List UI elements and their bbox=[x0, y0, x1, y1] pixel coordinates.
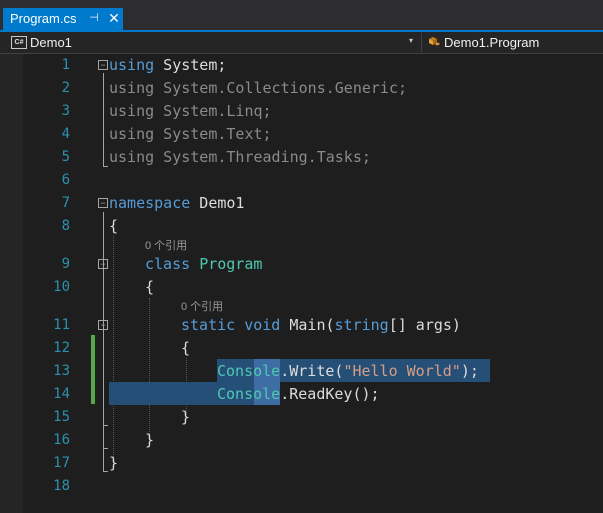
code-text: System.Text; bbox=[154, 125, 272, 143]
keyword: namespace bbox=[109, 194, 191, 212]
code-line-2[interactable]: using System.Collections.Generic; bbox=[109, 79, 407, 97]
keyword: using bbox=[109, 102, 155, 120]
line-number: 15 bbox=[53, 409, 70, 425]
code-line-4[interactable]: using System.Text; bbox=[109, 125, 272, 143]
keyword: string bbox=[334, 316, 389, 334]
code-text: Main( bbox=[280, 316, 335, 334]
code-text: .Write( bbox=[280, 362, 344, 380]
code-line-13[interactable]: Console.Write("Hello World"); bbox=[217, 362, 479, 380]
collapse-icon[interactable]: − bbox=[98, 60, 108, 70]
tab-strip: Program.cs ⊣ ✕ bbox=[0, 0, 603, 30]
line-number: 11 bbox=[53, 317, 70, 333]
line-number: 9 bbox=[61, 256, 70, 272]
code-text: System.Collections.Generic; bbox=[154, 79, 408, 97]
line-number: 4 bbox=[61, 126, 70, 142]
tab-label: Program.cs bbox=[10, 11, 77, 26]
code-line-16[interactable]: } bbox=[145, 431, 154, 449]
project-name: Demo1 bbox=[30, 35, 72, 50]
line-number: 16 bbox=[53, 432, 70, 448]
line-number: 13 bbox=[53, 363, 70, 379]
line-number: 12 bbox=[53, 340, 70, 356]
pin-icon[interactable]: ⊣ bbox=[87, 9, 101, 27]
keyword: using bbox=[109, 56, 155, 74]
code-line-3[interactable]: using System.Linq; bbox=[109, 102, 272, 120]
code-text: System; bbox=[154, 56, 227, 74]
code-text: Demo1 bbox=[190, 194, 245, 212]
line-number: 6 bbox=[61, 172, 70, 188]
code-editor[interactable] bbox=[0, 54, 603, 513]
collapse-icon[interactable]: − bbox=[98, 259, 108, 269]
line-number: 8 bbox=[61, 218, 70, 234]
line-number: 2 bbox=[61, 80, 70, 96]
code-line-1[interactable]: using System; bbox=[109, 56, 226, 74]
collapse-icon[interactable]: − bbox=[98, 198, 108, 208]
keyword: static bbox=[181, 316, 236, 334]
code-line-12[interactable]: { bbox=[181, 339, 190, 357]
line-number: 1 bbox=[61, 57, 70, 73]
code-text: .ReadKey(); bbox=[280, 385, 380, 403]
csharp-project-icon: C# bbox=[11, 36, 27, 49]
code-line-7[interactable]: namespace Demo1 bbox=[109, 194, 244, 212]
line-number: 7 bbox=[61, 195, 70, 211]
outline-line bbox=[103, 334, 104, 426]
code-text: [] args) bbox=[388, 316, 461, 334]
outline-line bbox=[103, 73, 104, 167]
line-number: 18 bbox=[53, 478, 70, 494]
outline-line bbox=[103, 166, 108, 167]
member-name: Demo1.Program bbox=[444, 35, 540, 50]
line-number: 3 bbox=[61, 103, 70, 119]
code-text: System.Threading.Tasks; bbox=[154, 148, 371, 166]
code-text: ); bbox=[460, 362, 479, 380]
project-dropdown[interactable]: C# Demo1 ▾ bbox=[6, 33, 418, 52]
line-number: 5 bbox=[61, 149, 70, 165]
keyword: class bbox=[145, 255, 191, 273]
code-line-9[interactable]: class Program bbox=[145, 255, 262, 273]
code-line-5[interactable]: using System.Threading.Tasks; bbox=[109, 148, 371, 166]
string-literal: "Hello World" bbox=[343, 362, 461, 380]
class-icon bbox=[429, 37, 440, 46]
code-line-17[interactable]: } bbox=[109, 454, 118, 472]
outline-line bbox=[103, 425, 108, 426]
line-number: 10 bbox=[53, 279, 70, 295]
type-name: Console bbox=[217, 385, 281, 403]
code-text: System.Linq; bbox=[154, 102, 272, 120]
line-number: 14 bbox=[53, 386, 70, 402]
change-indicator bbox=[91, 335, 95, 404]
type-name: Program bbox=[199, 255, 263, 273]
code-line-15[interactable]: } bbox=[181, 408, 190, 426]
member-dropdown[interactable]: Demo1.Program bbox=[421, 33, 603, 52]
glyph-margin bbox=[0, 54, 23, 513]
keyword: using bbox=[109, 125, 155, 143]
close-icon[interactable]: ✕ bbox=[107, 8, 121, 28]
tab-program-cs[interactable]: Program.cs ⊣ ✕ bbox=[3, 8, 123, 30]
code-line-14[interactable]: Console.ReadKey(); bbox=[217, 385, 380, 403]
codelens-references[interactable]: 0 个引用 bbox=[145, 237, 187, 253]
type-name: Console bbox=[217, 362, 281, 380]
collapse-icon[interactable]: − bbox=[98, 320, 108, 330]
keyword: void bbox=[244, 316, 281, 334]
code-line-11[interactable]: static void Main(string[] args) bbox=[181, 316, 461, 334]
keyword: using bbox=[109, 148, 155, 166]
navigation-bar: C# Demo1 ▾ Demo1.Program bbox=[0, 32, 603, 54]
outline-line bbox=[103, 448, 108, 449]
codelens-references[interactable]: 0 个引用 bbox=[181, 298, 223, 314]
outline-line bbox=[103, 471, 108, 472]
line-number: 17 bbox=[53, 455, 70, 471]
indent-guide bbox=[113, 236, 114, 461]
code-line-10[interactable]: { bbox=[145, 278, 154, 296]
chevron-down-icon: ▾ bbox=[409, 36, 414, 45]
code-line-8[interactable]: { bbox=[109, 217, 118, 235]
indent-guide bbox=[149, 298, 150, 438]
keyword: using bbox=[109, 79, 155, 97]
